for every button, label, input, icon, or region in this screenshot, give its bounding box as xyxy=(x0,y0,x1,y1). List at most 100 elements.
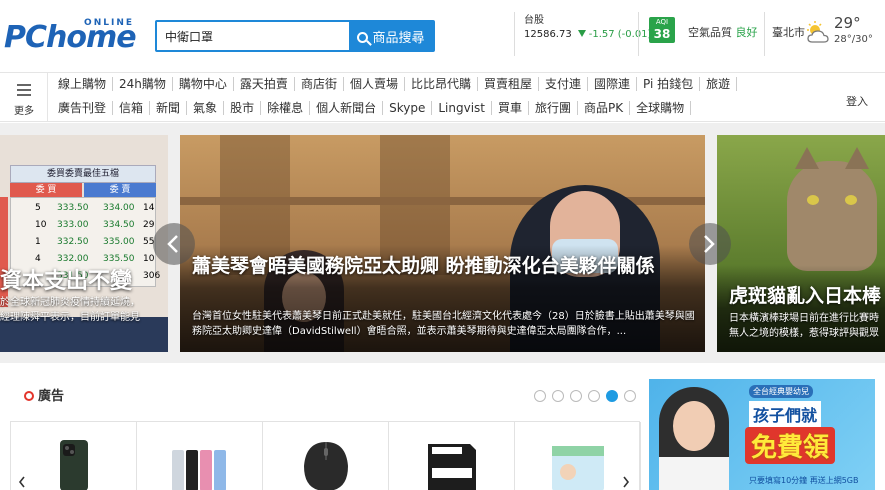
more-label: 更多 xyxy=(14,106,34,117)
search-input[interactable] xyxy=(157,22,349,50)
nav-link[interactable]: 旅遊 xyxy=(700,77,738,91)
stock-widget[interactable]: 台股 12586.73 -1.57 (-0.01) xyxy=(524,14,651,42)
chevron-right-icon xyxy=(623,476,630,488)
nav-link[interactable]: 個人新聞台 xyxy=(310,101,384,115)
table-cell: 10 xyxy=(35,220,47,230)
nav-link[interactable]: 24h購物 xyxy=(113,77,173,91)
table-cell: 306 xyxy=(143,271,161,281)
carousel-slide-main[interactable]: 蕭美琴會晤美國務院亞太助卿 盼推動深化台美夥伴關係 台灣首位女性駐美代表蕭美琴日… xyxy=(180,135,705,352)
ad-row-prev-button[interactable] xyxy=(18,473,26,490)
nav-link[interactable]: 信箱 xyxy=(113,101,151,115)
nav-link[interactable]: 露天拍賣 xyxy=(234,77,295,91)
nav-link[interactable]: 支付連 xyxy=(539,77,589,91)
ad-product-card[interactable] xyxy=(11,422,137,490)
carousel-slide-left[interactable]: 委買委賣最佳五檔 委 買 委 賣 5 333.50 334.00 14 10 333.0… xyxy=(0,135,168,352)
nav-link[interactable]: 商店街 xyxy=(295,77,344,91)
login-link[interactable]: 登入 xyxy=(846,93,868,109)
cat-ear xyxy=(845,147,869,169)
banner-tagline: 全台經典嬰幼兒 xyxy=(749,385,813,398)
ads-pager xyxy=(534,387,642,402)
banner-headline: 免費領 xyxy=(745,427,836,464)
ad-row-next-button[interactable] xyxy=(622,473,630,490)
table-cell: 333.50 xyxy=(57,203,89,213)
aqi-label: AQI xyxy=(655,18,669,26)
mouse-image xyxy=(304,442,348,490)
slide-headline: 虎斑貓亂入日本棒 xyxy=(729,285,882,307)
banner-shirt xyxy=(659,457,729,490)
banner-model-image xyxy=(659,387,729,490)
ad-product-card[interactable] xyxy=(389,422,515,490)
pager-dot[interactable] xyxy=(552,390,564,402)
table-row: 5 333.50 334.00 14 xyxy=(11,200,157,216)
phones-image xyxy=(172,450,226,490)
pager-dot-active[interactable] xyxy=(606,390,618,402)
nav-link[interactable]: 氣象 xyxy=(187,101,225,115)
slide-summary: 台灣首位女性駐美代表蕭美琴日前正式赴美就任，駐美國台北經濟文化代表處今（28）日… xyxy=(192,311,695,337)
weather-city: 臺北市 xyxy=(772,26,805,39)
table-cell: 14 xyxy=(143,203,155,213)
nav-link[interactable]: 商品PK xyxy=(578,101,631,115)
pager-dot[interactable] xyxy=(624,390,636,402)
nav-link[interactable]: 比比昂代購 xyxy=(405,77,478,91)
summary-line: 日本橫濱棒球場日前在進行比賽時 xyxy=(729,313,879,324)
circle-icon xyxy=(24,391,34,401)
slide-headline: 蕭美琴會晤美國務院亞太助卿 盼推動深化台美夥伴關係 xyxy=(192,255,655,277)
ad-product-card[interactable] xyxy=(137,422,263,490)
nav-link[interactable]: 全球購物 xyxy=(630,101,692,115)
memory-card-image xyxy=(428,444,476,490)
order-book-title: 委買委賣最佳五檔 xyxy=(10,165,156,183)
carousel-slide-right[interactable]: 虎斑貓亂入日本棒 日本橫濱棒球場日前在進行比賽時 無人之境的模樣，惹得球評與觀眾 xyxy=(717,135,885,352)
air-quality[interactable]: 空氣品質 良好 xyxy=(688,24,758,40)
cat-photo xyxy=(787,147,877,271)
nav-link[interactable]: 國際連 xyxy=(588,77,638,91)
air-quality-label: 空氣品質 xyxy=(688,26,732,39)
table-cell: 333.00 xyxy=(57,220,89,230)
table-cell: 1 xyxy=(35,237,41,247)
nav-link[interactable]: 買車 xyxy=(492,101,530,115)
chevron-right-icon xyxy=(704,235,715,253)
pchome-logo[interactable]: ONLINE PChome xyxy=(4,14,144,58)
carousel-next-button[interactable] xyxy=(689,223,731,265)
table-cell: 332.50 xyxy=(57,237,89,247)
nav-link[interactable]: 個人賣場 xyxy=(344,77,405,91)
weather-temp: 29° xyxy=(834,14,861,32)
air-quality-value: 良好 xyxy=(735,26,758,39)
nav-link[interactable]: 線上購物 xyxy=(52,77,114,91)
nav-link[interactable]: Pi 拍錢包 xyxy=(637,77,701,91)
slide-summary: 日本橫濱棒球場日前在進行比賽時 無人之境的模樣，惹得球評與觀眾 xyxy=(729,311,879,341)
diaper-pack-image xyxy=(552,446,604,490)
table-row: 10 333.00 334.50 29 xyxy=(11,217,157,233)
nav-link[interactable]: 新聞 xyxy=(150,101,188,115)
service-nav: 更多 線上購物 24h購物 購物中心 露天拍賣 商店街 個人賣場 比比昂代購 買賣租屋 支付連國… xyxy=(0,72,885,122)
table-cell: 335.00 xyxy=(103,237,135,247)
top-header: ONLINE PChome 商品搜尋 台股 12586.73 -1.57 (-0.… xyxy=(0,0,885,72)
aqi-badge[interactable]: AQI 38 xyxy=(649,17,675,43)
ad-product-card[interactable] xyxy=(263,422,389,490)
logo-wordmark: PChome xyxy=(4,20,137,55)
nav-link[interactable]: 旅行團 xyxy=(529,101,579,115)
more-menu-button[interactable]: 更多 xyxy=(0,73,48,121)
cat-eye xyxy=(845,195,857,205)
pager-dot[interactable] xyxy=(588,390,600,402)
chevron-left-icon xyxy=(167,235,178,253)
news-carousel: 委買委賣最佳五檔 委 買 委 賣 5 333.50 334.00 14 10 333.0… xyxy=(0,123,885,363)
nav-link[interactable]: 購物中心 xyxy=(173,77,234,91)
table-cell: 334.50 xyxy=(103,220,135,230)
pager-dot[interactable] xyxy=(534,390,546,402)
table-cell: 5 xyxy=(35,203,41,213)
nav-row-2: 廣告刊登 信箱 新聞 氣象 股市 除權息 個人新聞台 Skype Lingvist 買車 旅行團 商品… xyxy=(52,101,692,121)
table-row: 1 332.50 335.00 55 xyxy=(11,234,157,250)
table-cell: 29 xyxy=(143,220,155,230)
nav-link[interactable]: Lingvist xyxy=(432,101,492,115)
weather-widget[interactable]: 臺北市 29° 28°/30° xyxy=(772,14,882,54)
nav-link[interactable]: Skype xyxy=(383,101,433,115)
nav-link[interactable]: 除權息 xyxy=(261,101,311,115)
carousel-prev-button[interactable] xyxy=(153,223,195,265)
search-button[interactable]: 商品搜尋 xyxy=(349,22,433,50)
ad-banner[interactable]: 全台經典嬰幼兒 孩子們就 免費領 只要填寫10分鐘 再送上網5GB xyxy=(649,379,875,490)
nav-link[interactable]: 買賣租屋 xyxy=(478,77,539,91)
stock-change: -1.57 (-0.01) xyxy=(588,29,652,40)
pager-dot[interactable] xyxy=(570,390,582,402)
nav-link[interactable]: 廣告刊登 xyxy=(52,101,114,115)
nav-link[interactable]: 股市 xyxy=(224,101,262,115)
